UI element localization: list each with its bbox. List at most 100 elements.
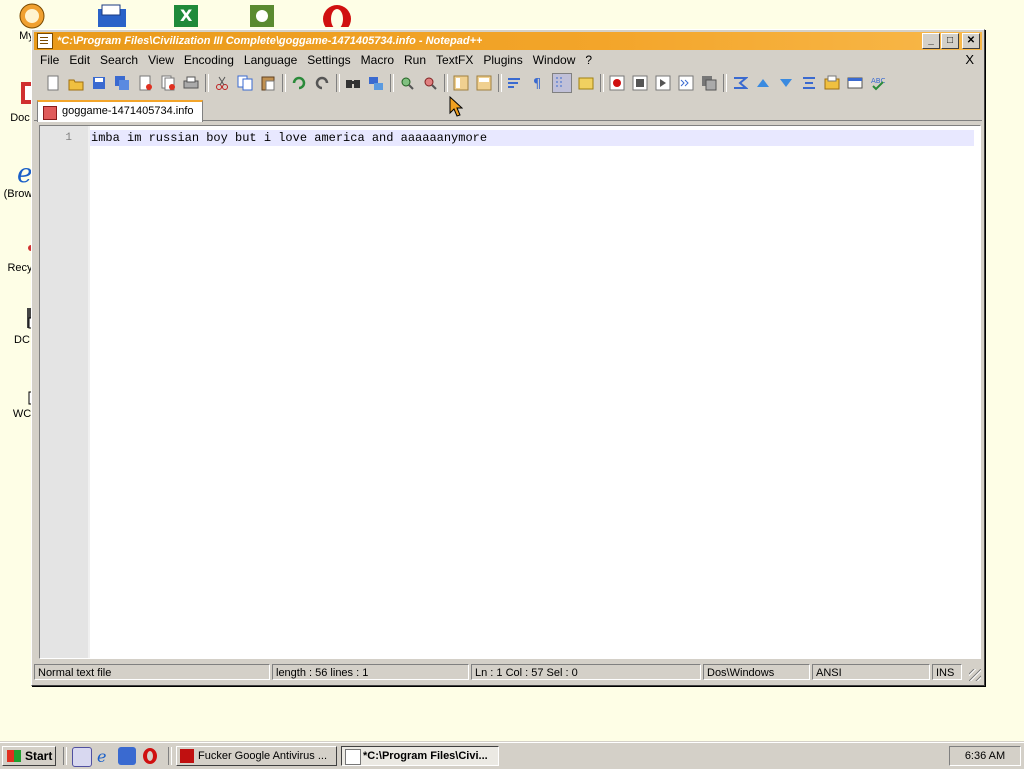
project-icon[interactable] xyxy=(248,3,276,27)
collapse-icon[interactable] xyxy=(731,74,749,92)
opera-quick-icon[interactable] xyxy=(141,747,159,765)
stop-macro-icon[interactable] xyxy=(631,74,649,92)
task-button-notepadpp[interactable]: *C:\Program Files\Civi... xyxy=(341,746,499,766)
excel-icon[interactable]: X xyxy=(172,3,200,27)
task-label: *C:\Program Files\Civi... xyxy=(363,750,488,762)
save-macro-icon[interactable] xyxy=(700,74,718,92)
notepad-app-icon[interactable] xyxy=(37,33,53,49)
menu-file[interactable]: File xyxy=(34,53,64,67)
maximize-button[interactable]: □ xyxy=(941,33,959,49)
fold-margin xyxy=(88,126,90,658)
zoom-in-icon[interactable] xyxy=(398,74,416,92)
close-all-icon[interactable] xyxy=(159,74,177,92)
status-file-type: Normal text file xyxy=(34,664,270,680)
spellcheck-icon[interactable]: ABC xyxy=(869,74,887,92)
new-file-icon[interactable] xyxy=(44,74,62,92)
down-icon[interactable] xyxy=(777,74,795,92)
menu-run[interactable]: Run xyxy=(399,53,431,67)
menu-edit[interactable]: Edit xyxy=(64,53,95,67)
menu-textfx[interactable]: TextFX xyxy=(431,53,478,67)
menu-macro[interactable]: Macro xyxy=(356,53,399,67)
sync-v-icon[interactable] xyxy=(452,74,470,92)
undo-icon[interactable] xyxy=(290,74,308,92)
menu-language[interactable]: Language xyxy=(239,53,302,67)
toolbar-separator xyxy=(336,74,340,92)
redo-icon[interactable] xyxy=(313,74,331,92)
print-icon[interactable] xyxy=(182,74,200,92)
window-title: *C:\Program Files\Civilization III Compl… xyxy=(57,35,483,47)
editor-line-text[interactable]: imba im russian boy but i love america a… xyxy=(91,131,487,145)
status-eol: Dos\Windows xyxy=(703,664,810,680)
sync-h-icon[interactable] xyxy=(475,74,493,92)
windows-logo-icon xyxy=(7,750,21,762)
text-editor[interactable]: 1 imba im russian boy but i love america… xyxy=(39,125,981,659)
menu-plugins[interactable]: Plugins xyxy=(478,53,527,67)
toolbar-separator xyxy=(390,74,394,92)
my-computer-icon xyxy=(19,3,45,29)
minimize-button[interactable]: _ xyxy=(922,33,940,49)
find-icon[interactable] xyxy=(344,74,362,92)
replace-icon[interactable] xyxy=(367,74,385,92)
menu-window[interactable]: Window xyxy=(528,53,581,67)
taskbar-divider xyxy=(63,747,67,765)
word-wrap-icon[interactable] xyxy=(506,74,524,92)
open-file-icon[interactable] xyxy=(67,74,85,92)
task-label: Fucker Google Antivirus ... xyxy=(198,750,327,762)
menu-settings[interactable]: Settings xyxy=(302,53,355,67)
show-all-chars-icon[interactable]: ¶ xyxy=(529,74,547,92)
expand-icon[interactable] xyxy=(800,74,818,92)
taskbar: Start e Fucker Google Antivirus ... *C:\… xyxy=(0,742,1024,769)
task-button-antivirus[interactable]: Fucker Google Antivirus ... xyxy=(176,746,337,766)
toolbar-separator xyxy=(600,74,604,92)
record-macro-icon[interactable] xyxy=(608,74,626,92)
status-length: length : 56 lines : 1 xyxy=(272,664,469,680)
svg-text:X: X xyxy=(180,6,193,25)
toolbar: ¶ ABC xyxy=(34,71,982,95)
document-tab-bar: goggame-1471405734.info xyxy=(34,98,982,122)
panel-icon[interactable] xyxy=(846,74,864,92)
copy-icon[interactable] xyxy=(236,74,254,92)
outlook-express-icon[interactable] xyxy=(118,747,136,765)
close-icon[interactable] xyxy=(136,74,154,92)
paste-icon[interactable] xyxy=(259,74,277,92)
menu-encoding[interactable]: Encoding xyxy=(179,53,239,67)
menu-view[interactable]: View xyxy=(143,53,179,67)
menu-help[interactable]: ? xyxy=(580,53,597,67)
svg-text:e: e xyxy=(97,747,106,765)
zoom-out-icon[interactable] xyxy=(421,74,439,92)
taskbar-divider xyxy=(168,747,172,765)
up-icon[interactable] xyxy=(754,74,772,92)
line-number: 1 xyxy=(65,132,72,144)
play-macro-icon[interactable] xyxy=(654,74,672,92)
close-button[interactable]: ✕ xyxy=(962,33,980,49)
outlook-icon[interactable] xyxy=(96,3,128,27)
tab-label: goggame-1471405734.info xyxy=(62,105,194,117)
antivirus-app-icon xyxy=(180,749,194,763)
save-all-icon[interactable] xyxy=(113,74,131,92)
svg-text:¶: ¶ xyxy=(533,77,541,91)
internet-explorer-icon[interactable]: e xyxy=(95,747,113,766)
start-label: Start xyxy=(25,749,53,763)
toolbar-separator xyxy=(444,74,448,92)
folder-icon[interactable] xyxy=(577,74,595,92)
system-tray-clock[interactable]: 6:36 AM xyxy=(949,746,1021,766)
line-number-gutter: 1 xyxy=(40,126,88,658)
cut-icon[interactable] xyxy=(213,74,231,92)
title-bar[interactable]: *C:\Program Files\Civilization III Compl… xyxy=(34,32,982,50)
toolbar-separator xyxy=(205,74,209,92)
resize-grip[interactable] xyxy=(969,669,981,681)
start-button[interactable]: Start xyxy=(2,746,56,766)
toolbar-separator xyxy=(282,74,286,92)
save-icon[interactable] xyxy=(90,74,108,92)
show-desktop-icon[interactable] xyxy=(72,747,92,767)
close-document-button[interactable]: X xyxy=(965,52,974,67)
run-macro-icon[interactable] xyxy=(677,74,695,92)
tab-goggame-info[interactable]: goggame-1471405734.info xyxy=(37,100,203,122)
mouse-cursor-icon xyxy=(449,96,463,117)
open-folder-icon[interactable] xyxy=(823,74,841,92)
browser-icon: e xyxy=(17,159,32,188)
menu-search[interactable]: Search xyxy=(95,53,143,67)
indent-guide-icon[interactable] xyxy=(552,73,572,93)
opera-icon[interactable] xyxy=(320,3,354,27)
notepadpp-window: *C:\Program Files\Civilization III Compl… xyxy=(31,29,985,686)
